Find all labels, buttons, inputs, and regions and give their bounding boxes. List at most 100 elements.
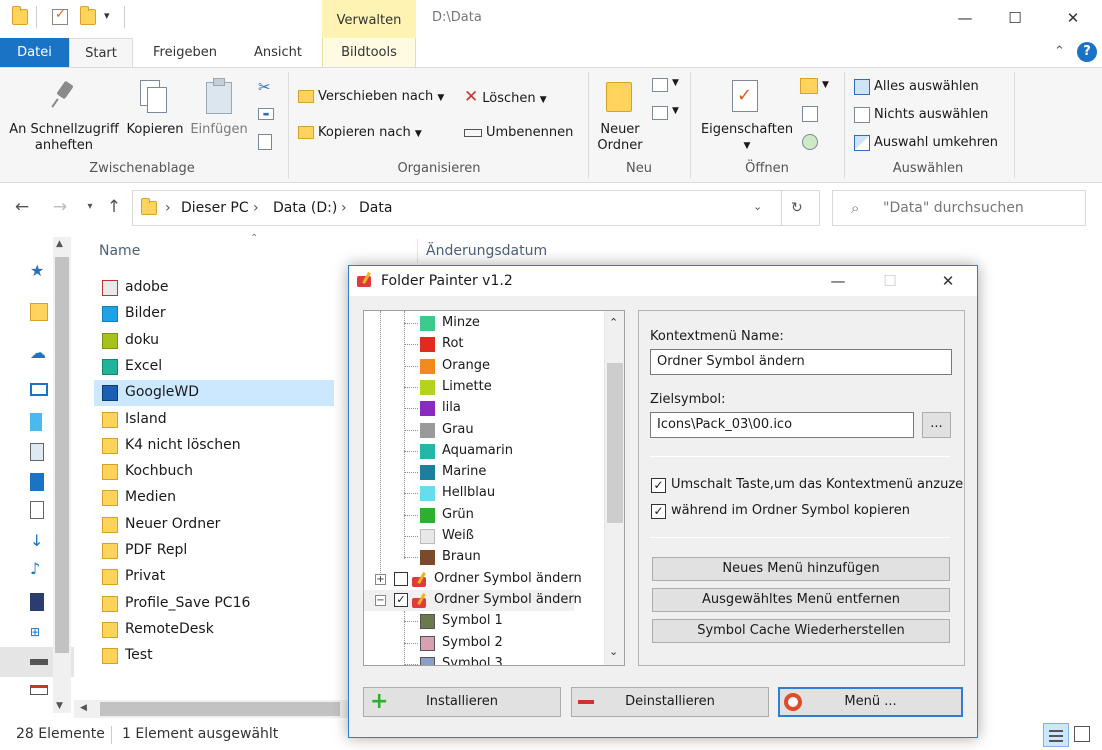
scroll-left-icon[interactable]: ◀	[80, 703, 87, 713]
collapse-ribbon-icon[interactable]: ⌃	[1054, 44, 1065, 59]
up-icon[interactable]: ↑	[104, 197, 124, 217]
forward-icon[interactable]: →	[50, 197, 70, 217]
file-row[interactable]: Kochbuch	[94, 459, 334, 485]
pictures-icon[interactable]	[30, 473, 44, 491]
tree-item-color[interactable]: Aquamarin	[364, 441, 604, 462]
install-button[interactable]: + Installieren	[363, 687, 561, 717]
tree-item-symbol[interactable]: Symbol 3	[364, 654, 604, 665]
copy-path-icon[interactable]: ▬	[258, 108, 274, 120]
tab-datei[interactable]: Datei	[0, 38, 69, 68]
desktop-icon[interactable]	[30, 443, 44, 461]
chevron-down-icon[interactable]: ▼	[672, 78, 679, 88]
file-row[interactable]: Medien	[94, 485, 334, 511]
downloads-icon[interactable]: ↓	[30, 531, 48, 550]
close-button[interactable]: ✕	[1050, 0, 1096, 36]
context-menu-name-input[interactable]: Ordner Symbol ändern	[650, 349, 952, 375]
tree-item-symbol[interactable]: Symbol 2	[364, 633, 604, 654]
tab-bildtools[interactable]: Bildtools	[322, 38, 416, 68]
file-row[interactable]: K4 nicht löschen	[94, 433, 334, 459]
breadcrumb-data[interactable]: Data	[359, 200, 392, 216]
videos-icon[interactable]	[30, 593, 44, 611]
tree-item-color[interactable]: Grün	[364, 505, 604, 526]
copy-to-button[interactable]: Kopieren nach ▼	[298, 122, 422, 144]
select-none-button[interactable]: Nichts auswählen	[854, 104, 988, 126]
file-row[interactable]: doku	[94, 328, 334, 354]
tree-node-checkbox[interactable]	[394, 571, 408, 586]
creative-cloud-folder-icon[interactable]	[30, 303, 48, 321]
shift-key-checkbox[interactable]: ✓	[651, 478, 666, 493]
recent-locations-icon[interactable]: ▾	[80, 197, 100, 217]
file-row[interactable]: Excel	[94, 354, 334, 380]
rename-button[interactable]: Umbenennen	[464, 122, 573, 144]
file-row[interactable]: Profile_Save PC16	[94, 591, 334, 617]
tree-item-symbol[interactable]: Symbol 1	[364, 611, 604, 632]
chevron-right-icon[interactable]: ›	[341, 200, 347, 216]
file-row[interactable]: RemoteDesk	[94, 617, 334, 643]
music-icon[interactable]: ♪	[30, 559, 48, 578]
drive-icon[interactable]	[30, 659, 48, 665]
tree-item-color[interactable]: Rot	[364, 334, 604, 355]
menu-tree[interactable]: Minze Rot Orange Limette lila Grau Aquamarin Ma…	[363, 310, 625, 666]
file-row[interactable]: Test	[94, 643, 334, 669]
scroll-up-icon[interactable]: ▲	[56, 239, 63, 249]
horizontal-scrollbar[interactable]: ◀	[74, 700, 350, 718]
tree-item-color[interactable]: Weiß	[364, 526, 604, 547]
back-icon[interactable]: ←	[12, 197, 32, 217]
file-row[interactable]: Privat	[94, 564, 334, 590]
add-menu-button[interactable]: Neues Menü hinzufügen	[652, 557, 950, 581]
delete-button[interactable]: ✕ Löschen ▼	[464, 86, 547, 108]
expand-icon[interactable]: +	[375, 573, 386, 585]
select-all-button[interactable]: Alles auswählen	[854, 76, 979, 98]
copy-icon-checkbox[interactable]: ✓	[651, 504, 666, 519]
onedrive-icon[interactable]: ☁	[30, 343, 48, 362]
move-to-button[interactable]: Verschieben nach ▼	[298, 86, 444, 108]
help-icon[interactable]: ?	[1077, 42, 1097, 62]
dialog-maximize-button[interactable]: ☐	[867, 266, 913, 296]
restore-icon-cache-button[interactable]: Symbol Cache Wiederherstellen	[652, 619, 950, 643]
file-row[interactable]: Neuer Ordner	[94, 512, 334, 538]
cut-icon[interactable]: ✂	[258, 78, 271, 96]
refresh-icon[interactable]: ↻	[791, 200, 803, 216]
quick-access-star-icon[interactable]: ★	[30, 261, 48, 280]
chevron-right-icon[interactable]: ›	[253, 200, 259, 216]
tree-item-color[interactable]: lila	[364, 398, 604, 419]
tree-menu-node[interactable]: + Ordner Symbol ändern	[364, 569, 582, 590]
details-view-icon[interactable]	[1043, 723, 1069, 747]
large-icons-view-icon[interactable]	[1074, 726, 1090, 742]
file-row[interactable]: Island	[94, 407, 334, 433]
nav-scrollbar-thumb[interactable]	[55, 257, 69, 653]
pin-quick-access-button[interactable]: An Schnellzugriff anheften	[4, 122, 124, 154]
history-icon[interactable]	[802, 134, 818, 150]
dialog-close-button[interactable]: ✕	[925, 266, 971, 296]
invert-selection-button[interactable]: Auswahl umkehren	[854, 132, 998, 154]
tree-item-color[interactable]: Minze	[364, 313, 604, 334]
tree-scrollbar-thumb[interactable]	[607, 363, 623, 523]
file-row[interactable]: Bilder	[94, 301, 334, 327]
scroll-up-icon[interactable]: ⌃	[609, 316, 618, 329]
chevron-down-icon[interactable]: ▼	[822, 80, 829, 90]
horizontal-scrollbar-thumb[interactable]	[100, 702, 340, 716]
breadcrumb-this-pc[interactable]: Dieser PC	[181, 200, 249, 216]
tree-menu-node[interactable]: − ✓ Ordner Symbol ändern	[364, 589, 582, 611]
tree-item-color[interactable]: Grau	[364, 420, 604, 441]
search-box[interactable]: ⌕ "Data" durchsuchen	[832, 190, 1086, 226]
easy-access-icon[interactable]	[652, 106, 668, 120]
column-header-name[interactable]: Name	[99, 243, 140, 259]
file-row[interactable]: adobe	[94, 275, 334, 301]
this-pc-icon[interactable]	[30, 383, 48, 396]
minimize-button[interactable]: —	[942, 0, 988, 36]
tab-freigeben[interactable]: Freigeben	[140, 38, 230, 68]
dialog-minimize-button[interactable]: —	[815, 266, 861, 296]
file-row[interactable]: PDF Repl	[94, 538, 334, 564]
tree-item-color[interactable]: Hellblau	[364, 483, 604, 504]
open-icon[interactable]	[800, 78, 818, 94]
tree-item-color[interactable]: Orange	[364, 356, 604, 377]
paste-button[interactable]: Einfügen	[186, 122, 252, 138]
windows-drive-icon[interactable]: ⊞	[30, 625, 48, 643]
chevron-right-icon[interactable]: ›	[165, 200, 171, 216]
remove-menu-button[interactable]: Ausgewähltes Menü entfernen	[652, 588, 950, 612]
tab-start[interactable]: Start	[69, 38, 133, 68]
new-item-icon[interactable]	[652, 78, 668, 92]
context-tab-verwalten[interactable]: Verwalten	[322, 0, 416, 38]
chevron-down-icon[interactable]: ▼	[672, 106, 679, 116]
